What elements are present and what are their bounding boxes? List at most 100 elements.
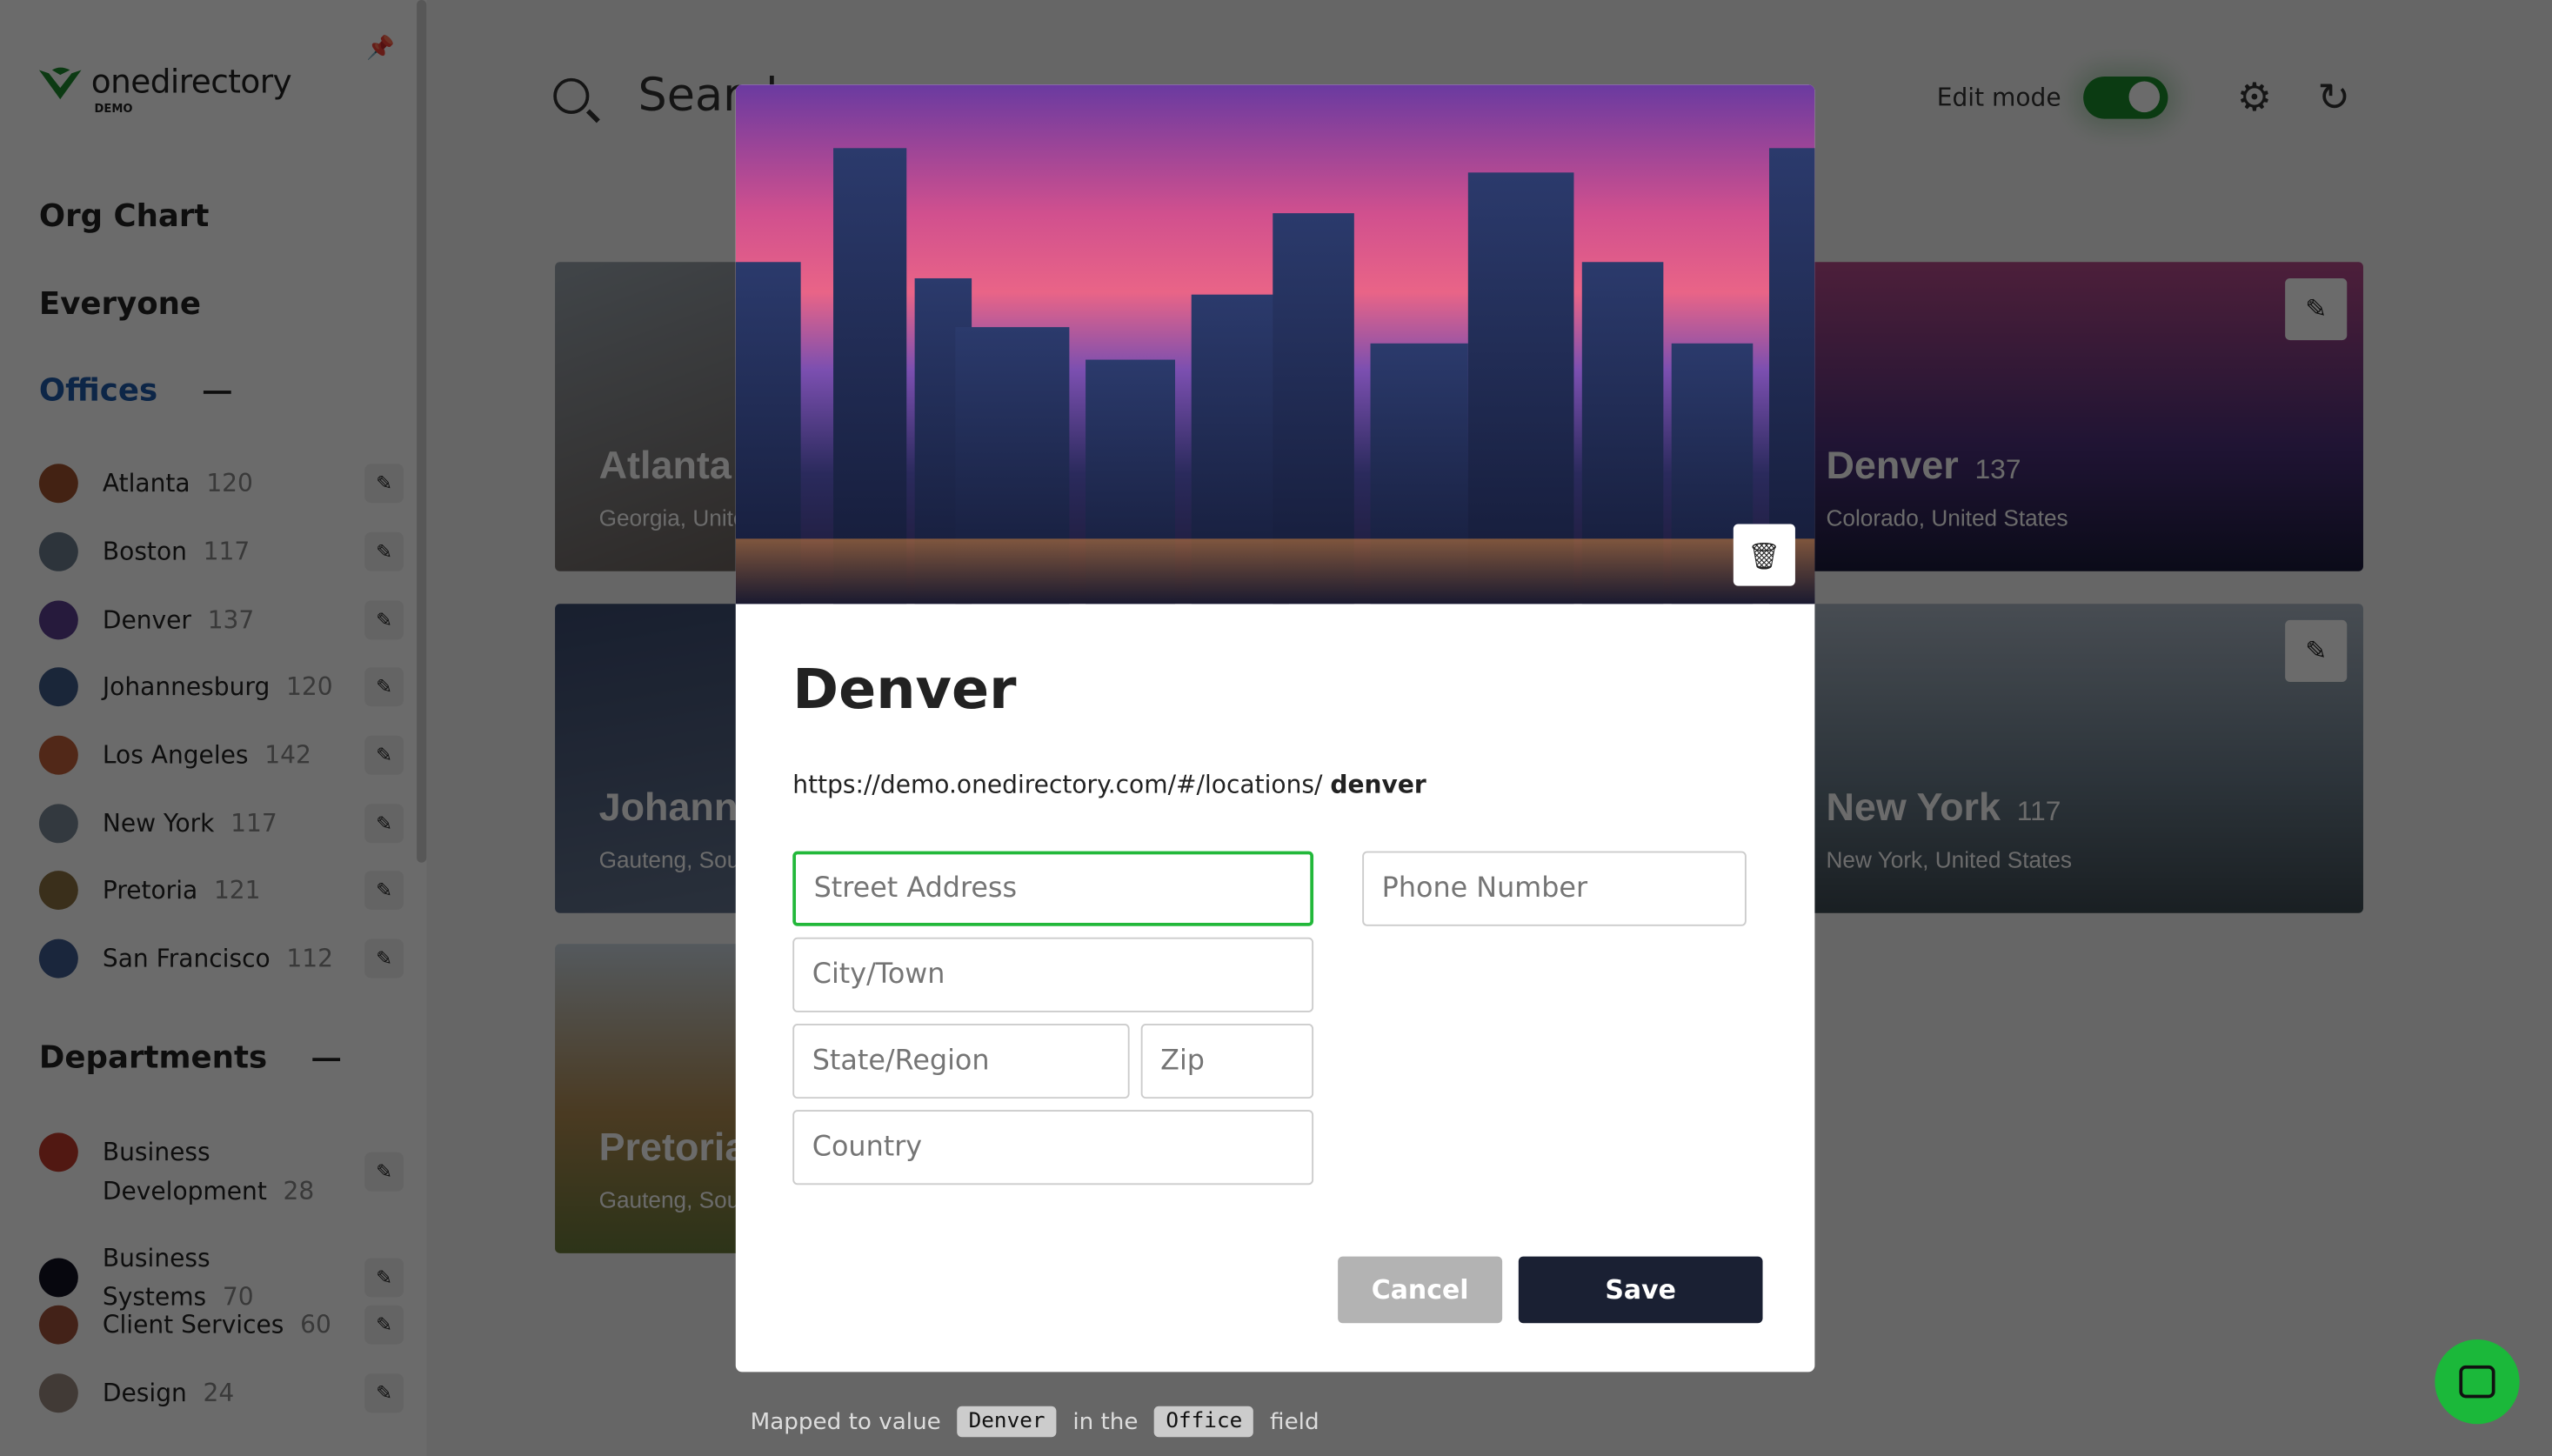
state-input[interactable]: [792, 1023, 1130, 1099]
edit-button[interactable]: ✎: [364, 531, 404, 571]
pencil-icon: ✎: [376, 947, 393, 971]
pencil-icon: ✎: [376, 744, 393, 767]
item-count: 137: [207, 605, 255, 635]
zip-input[interactable]: [1140, 1023, 1314, 1099]
pencil-icon: ✎: [376, 1160, 393, 1184]
delete-image-button[interactable]: 🗑: [1733, 524, 1795, 586]
item-label: Johannesburg: [102, 671, 271, 702]
edit-button[interactable]: ✎: [364, 464, 404, 504]
item-count: 120: [206, 468, 253, 498]
edit-button[interactable]: ✎: [364, 600, 404, 640]
avatar: [38, 1373, 78, 1413]
sidebar: onedirectory DEMO 📌 Org Chart Everyone O…: [0, 0, 427, 1456]
edit-button[interactable]: ✎: [364, 1305, 404, 1345]
logo[interactable]: onedirectory DEMO: [38, 62, 292, 116]
sidebar-scrollbar[interactable]: [417, 0, 427, 863]
sidebar-item-new-york[interactable]: New York 117 ✎: [38, 804, 404, 844]
item-label: Client Services: [102, 1310, 284, 1339]
chat-icon: [2459, 1365, 2495, 1399]
item-label: Pretoria: [102, 875, 198, 905]
edit-mode-toggle[interactable]: [2083, 76, 2169, 119]
pin-icon[interactable]: 📌: [366, 36, 395, 62]
street-address-input[interactable]: [792, 851, 1314, 926]
sidebar-item-client-services[interactable]: Client Services 60 ✎: [38, 1305, 404, 1345]
pencil-icon: ✎: [376, 471, 393, 495]
item-count: 142: [264, 740, 311, 771]
edit-card-button[interactable]: ✎: [2285, 277, 2348, 341]
nav-departments[interactable]: Departments: [39, 1040, 341, 1076]
item-label: Design: [102, 1378, 187, 1408]
office-card-new-york[interactable]: New York 117 New York, United States ✎: [1781, 604, 2363, 913]
item-count: 24: [203, 1378, 235, 1408]
pencil-icon: ✎: [376, 1381, 393, 1405]
sidebar-item-san-francisco[interactable]: San Francisco 112 ✎: [38, 938, 404, 978]
item-label: San Francisco: [102, 944, 271, 973]
office-cover-image: 🗑: [735, 84, 1815, 604]
item-label: Business Systems: [102, 1243, 210, 1312]
edit-button[interactable]: ✎: [364, 804, 404, 844]
pencil-icon: ✎: [376, 811, 393, 835]
item-label: Denver: [102, 605, 191, 635]
avatar: [38, 531, 78, 571]
avatar: [38, 938, 78, 978]
pencil-icon: ✎: [376, 608, 393, 632]
sidebar-item-boston[interactable]: Boston 117 ✎: [38, 531, 404, 571]
item-count: 60: [300, 1310, 331, 1339]
country-input[interactable]: [792, 1110, 1314, 1186]
avatar: [38, 464, 78, 504]
edit-button[interactable]: ✎: [364, 1258, 404, 1298]
sidebar-item-business-development[interactable]: Business Development 28 ✎: [38, 1132, 404, 1211]
app: onedirectory DEMO 📌 Org Chart Everyone O…: [0, 0, 2552, 1456]
collapse-icon[interactable]: [203, 390, 231, 393]
edit-button[interactable]: ✎: [364, 1373, 404, 1413]
item-count: 112: [286, 944, 334, 973]
item-label: Los Angeles: [102, 740, 249, 771]
avatar: [38, 804, 78, 844]
pencil-icon: ✎: [376, 540, 393, 564]
sidebar-item-design[interactable]: Design 24 ✎: [38, 1373, 404, 1413]
sidebar-item-denver[interactable]: Denver 137 ✎: [38, 600, 404, 640]
edit-card-button[interactable]: ✎: [2285, 619, 2348, 683]
phone-number-input[interactable]: [1362, 851, 1747, 926]
item-label: Atlanta: [102, 468, 190, 498]
mapping-hint: Mapped to value Denver in the Office fie…: [751, 1406, 1319, 1438]
avatar: [38, 735, 78, 775]
search-icon: [553, 77, 590, 114]
item-count: 117: [230, 808, 277, 838]
avatar: [38, 871, 78, 911]
item-count: 120: [285, 671, 333, 702]
pencil-icon: ✎: [376, 675, 393, 698]
trash-icon: 🗑: [1747, 539, 1781, 571]
avatar: [38, 667, 78, 707]
chat-button[interactable]: [2435, 1339, 2520, 1425]
office-card-denver[interactable]: Denver 137 Colorado, United States ✎: [1781, 262, 2363, 571]
pencil-icon: ✎: [376, 1266, 393, 1289]
city-input[interactable]: [792, 937, 1314, 1012]
cancel-button[interactable]: Cancel: [1338, 1256, 1503, 1324]
sidebar-item-los-angeles[interactable]: Los Angeles 142 ✎: [38, 735, 404, 775]
avatar: [38, 1258, 78, 1298]
sidebar-item-johannesburg[interactable]: Johannesburg 120 ✎: [38, 667, 404, 707]
pencil-icon: ✎: [376, 878, 393, 902]
sidebar-item-pretoria[interactable]: Pretoria 121 ✎: [38, 871, 404, 911]
save-button[interactable]: Save: [1518, 1256, 1763, 1324]
pencil-icon: ✎: [376, 1313, 393, 1337]
item-label: New York: [102, 808, 215, 838]
item-count: 121: [213, 875, 261, 905]
refresh-icon[interactable]: ↻: [2317, 75, 2350, 120]
modal-title: Denver: [792, 657, 1017, 723]
nav-everyone[interactable]: Everyone: [39, 286, 201, 322]
edit-button[interactable]: ✎: [364, 938, 404, 978]
edit-button[interactable]: ✎: [364, 735, 404, 775]
edit-button[interactable]: ✎: [364, 667, 404, 707]
collapse-icon[interactable]: [312, 1057, 341, 1061]
gear-icon[interactable]: ⚙: [2237, 75, 2272, 120]
item-count: 28: [283, 1176, 315, 1206]
edit-office-modal: 🗑 Denver https://demo.onedirectory.com/#…: [735, 84, 1815, 1373]
edit-button[interactable]: ✎: [364, 1152, 404, 1192]
nav-offices[interactable]: Offices: [39, 373, 231, 409]
nav-org-chart[interactable]: Org Chart: [39, 198, 210, 234]
logo-icon: [38, 67, 82, 100]
edit-button[interactable]: ✎: [364, 871, 404, 911]
sidebar-item-atlanta[interactable]: Atlanta 120 ✎: [38, 464, 404, 504]
